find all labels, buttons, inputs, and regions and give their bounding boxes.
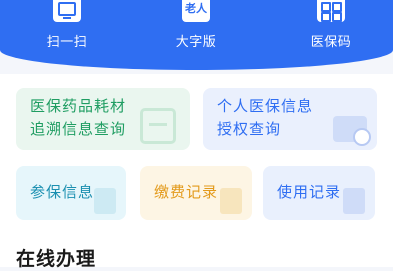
payment-records-card[interactable]: 缴费记录 <box>140 166 252 220</box>
scan-label: 扫一扫 <box>46 35 88 50</box>
record-list-icon <box>343 188 365 214</box>
elderly-mode-icon: 老人 <box>182 0 210 22</box>
insurance-info-label: 参保信息 <box>30 183 95 201</box>
authorization-query-card[interactable]: 个人医保信息 授权查询 <box>203 88 377 150</box>
drug-trace-title-line2: 追溯信息查询 <box>30 120 127 138</box>
payment-records-label: 缴费记录 <box>154 183 219 201</box>
scan-box-icon <box>140 108 176 144</box>
elderly-mode-icon-text: 老人 <box>185 2 207 15</box>
drug-trace-query-card[interactable]: 医保药品耗材 追溯信息查询 <box>16 88 190 150</box>
header-banner: 扫一扫 老人 大字版 医保码 <box>0 0 393 70</box>
receipt-icon <box>220 188 242 214</box>
drug-trace-title-line1: 医保药品耗材 <box>30 97 127 115</box>
authorization-title-line1: 个人医保信息 <box>217 97 314 115</box>
usage-records-card[interactable]: 使用记录 <box>263 166 375 220</box>
authorization-title-line2: 授权查询 <box>217 120 282 138</box>
document-icon <box>94 188 116 214</box>
large-font-mode-label: 大字版 <box>175 35 217 50</box>
scan-button[interactable]: 扫一扫 <box>22 0 112 60</box>
insurance-info-card[interactable]: 参保信息 <box>16 166 126 220</box>
scan-icon <box>53 0 81 22</box>
usage-records-label: 使用记录 <box>277 183 342 201</box>
insurance-code-label: 医保码 <box>310 35 352 50</box>
check-badge-icon <box>353 128 371 146</box>
insurance-code-button[interactable]: 医保码 <box>286 0 376 60</box>
large-font-mode-button[interactable]: 老人 大字版 <box>151 0 241 60</box>
insurance-code-icon <box>317 0 345 22</box>
